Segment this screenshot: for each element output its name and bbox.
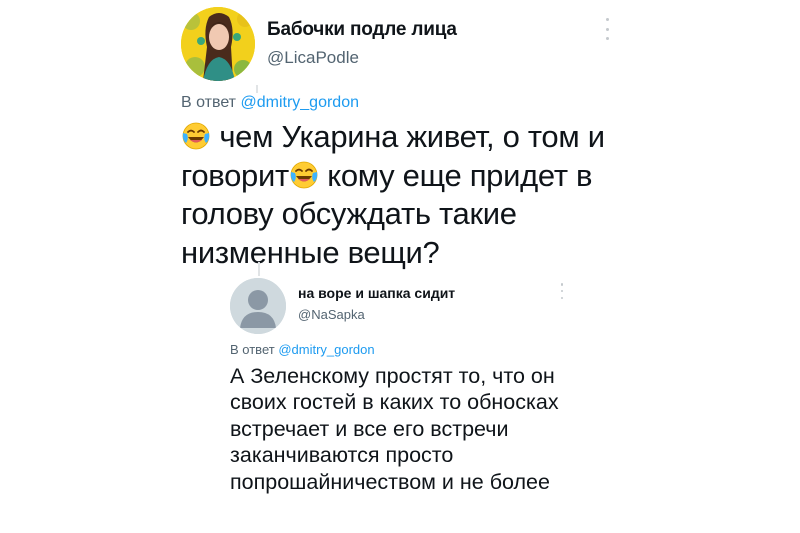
default-profile-icon[interactable] [230,278,286,334]
thread-line [256,85,258,93]
thread-line [258,262,260,276]
author-handle[interactable]: @LicaPodle [267,48,359,68]
tweet-text: чем Укарина живет, о том и говорит кому … [181,118,651,272]
reply-to-line: В ответ @dmitry_gordon [181,94,359,112]
face-with-tears-of-joy-icon [289,160,319,190]
tweet-text: А Зеленскому простят то, что он своих го… [230,364,559,494]
author-name[interactable]: Бабочки подле лица [267,19,457,41]
more-options-icon[interactable] [600,18,614,40]
author-handle[interactable]: @NaSapka [298,307,365,322]
face-with-tears-of-joy-icon [181,121,211,151]
avatar-image [181,7,255,81]
avatar-lica-podle[interactable] [181,7,255,81]
more-options-icon[interactable] [557,283,567,299]
reply-prefix: В ответ [181,94,237,111]
reply-mention-link[interactable]: @dmitry_gordon [278,342,374,357]
author-name[interactable]: на воре и шапка сидит [298,285,455,301]
reply-mention-link[interactable]: @dmitry_gordon [240,94,359,111]
reply-to-line: В ответ @dmitry_gordon [230,342,375,357]
reply-prefix: В ответ [230,342,275,357]
